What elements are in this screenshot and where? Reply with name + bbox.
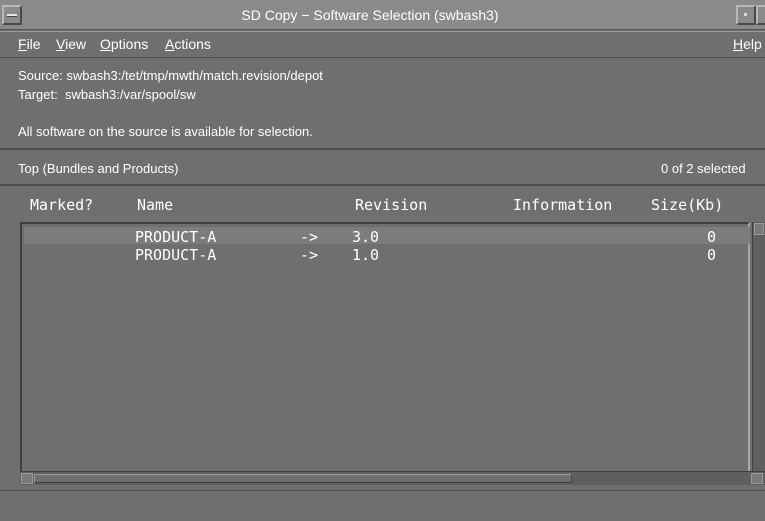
column-header-marked: Marked?: [30, 196, 94, 214]
menu-help-label: elp: [743, 36, 762, 52]
menu-file-mnemonic: F: [18, 36, 27, 52]
menu-bar: File View Options Actions Help: [0, 31, 765, 58]
software-list[interactable]: PRODUCT-A -> 3.0 0 PRODUCT-A -> 1.0 0: [20, 222, 750, 485]
row-size: 0: [707, 228, 717, 246]
row-revision: 1.0: [352, 246, 380, 264]
info-panel: Source: swbash3:/tet/tmp/mwth/match.revi…: [0, 58, 765, 150]
menu-actions-label: ctions: [174, 36, 211, 52]
horizontal-scrollbar[interactable]: [20, 471, 765, 485]
level-label: Top (Bundles and Products): [18, 161, 179, 176]
selection-count: 0 of 2 selected: [661, 161, 746, 176]
menu-file[interactable]: File: [18, 36, 41, 52]
status-bar: [0, 490, 765, 521]
menu-options[interactable]: Options: [100, 36, 148, 52]
window-menu-button[interactable]: [2, 5, 22, 25]
menu-options-mnemonic: O: [100, 36, 111, 52]
menu-file-label: ile: [26, 36, 41, 52]
table-row[interactable]: PRODUCT-A -> 1.0 0: [24, 245, 750, 264]
menu-view-mnemonic: V: [56, 36, 66, 52]
menu-actions-mnemonic: A: [165, 36, 175, 52]
target-path: Target: swbash3:/var/spool/sw: [18, 87, 196, 102]
menu-options-label: ptions: [110, 36, 149, 52]
column-header-revision: Revision: [355, 196, 428, 214]
row-name: PRODUCT-A: [135, 246, 217, 264]
menu-view-label: iew: [65, 36, 87, 52]
scroll-right-arrow-icon[interactable]: [751, 473, 763, 484]
title-bar[interactable]: SD Copy − Software Selection (swbash3): [0, 0, 765, 30]
menu-help-mnemonic: H: [733, 36, 744, 52]
scroll-up-arrow-icon[interactable]: [754, 223, 764, 235]
scroll-left-arrow-icon[interactable]: [21, 473, 33, 484]
availability-message: All software on the source is available …: [18, 124, 313, 139]
menu-help[interactable]: Help: [733, 36, 762, 52]
vertical-scrollbar[interactable]: [752, 222, 765, 471]
window-title: SD Copy − Software Selection (swbash3): [241, 7, 499, 23]
table-row[interactable]: PRODUCT-A -> 3.0 0: [24, 227, 750, 246]
menu-view[interactable]: View: [56, 36, 86, 52]
column-header-information: Information: [513, 196, 613, 214]
row-name: PRODUCT-A: [135, 228, 217, 246]
row-arrow: ->: [300, 228, 319, 246]
row-revision: 3.0: [352, 228, 380, 246]
source-path: Source: swbash3:/tet/tmp/mwth/match.revi…: [18, 68, 323, 83]
level-bar: Top (Bundles and Products) 0 of 2 select…: [0, 152, 765, 186]
column-header-size: Size(Kb): [651, 196, 724, 214]
minimize-button[interactable]: [736, 5, 756, 25]
maximize-button[interactable]: [756, 5, 765, 25]
horizontal-scroll-thumb[interactable]: [34, 474, 572, 483]
row-arrow: ->: [300, 246, 319, 264]
menu-actions[interactable]: Actions: [165, 36, 211, 52]
column-header-name: Name: [137, 196, 174, 214]
row-size: 0: [707, 246, 717, 264]
